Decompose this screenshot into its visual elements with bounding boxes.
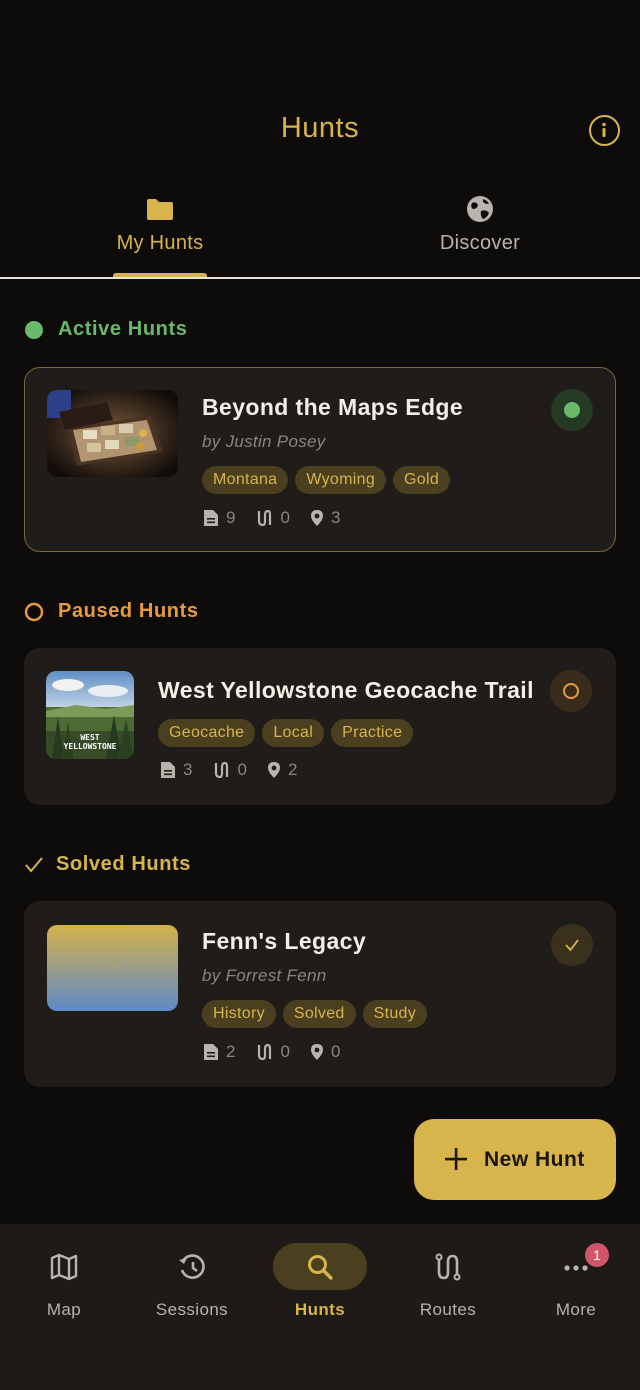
tag: Local (262, 719, 325, 747)
hunt-author: by Forrest Fenn (202, 966, 327, 985)
document-icon (161, 762, 175, 778)
routes-count: 0 (237, 760, 247, 779)
documents-stat: 2 (203, 1042, 235, 1062)
hunt-thumbnail: WEST YELLOWSTONE (46, 671, 134, 759)
bottom-nav: Map Sessions Hunts Routes 1 More (0, 1224, 640, 1390)
nav-label: Hunts (294, 1300, 346, 1319)
nav-item-hunts[interactable]: Hunts (256, 1224, 384, 1344)
nav-item-sessions[interactable]: Sessions (128, 1224, 256, 1344)
status-badge-solved (551, 924, 593, 966)
app-header: Hunts My Hunts Discover (0, 0, 640, 280)
paused-circle-icon (24, 602, 44, 622)
hunt-thumbnail (47, 390, 178, 477)
hunt-stats: 9 0 3 (203, 506, 360, 530)
tag: Practice (331, 719, 414, 747)
tag: Solved (282, 1000, 356, 1028)
routes-count: 0 (280, 508, 290, 527)
section-paused-header: Paused Hunts (24, 597, 244, 627)
tag: History (202, 1000, 276, 1028)
location-pin-icon (310, 1044, 323, 1060)
section-label: Active Hunts (58, 318, 188, 340)
locations-stat: 3 (310, 508, 340, 528)
tag: Wyoming (295, 466, 387, 494)
active-dot-icon (25, 321, 43, 339)
paused-status-icon (563, 683, 579, 699)
hunt-card[interactable]: Fenn's Legacy by Forrest Fenn History So… (24, 901, 616, 1087)
nav-item-more[interactable]: 1 More (512, 1224, 640, 1344)
folder-icon (147, 199, 173, 220)
tag: Montana (202, 466, 289, 494)
hunt-title: Beyond the Maps Edge (202, 394, 464, 420)
hunt-tags: Montana Wyoming Gold (202, 466, 451, 494)
nav-item-map[interactable]: Map (0, 1224, 128, 1344)
checkmark-icon (25, 857, 43, 873)
routes-count: 0 (280, 1042, 290, 1061)
nav-label: Routes (419, 1300, 477, 1319)
section-active-header: Active Hunts (24, 315, 224, 345)
status-badge-active (551, 389, 593, 431)
location-pin-icon (267, 762, 280, 778)
tag: Geocache (158, 719, 256, 747)
history-icon (179, 1254, 205, 1279)
hunt-stats: 3 0 2 (160, 758, 317, 782)
documents-stat: 3 (160, 760, 192, 780)
location-pin-icon (310, 510, 323, 526)
route-icon (258, 509, 272, 527)
hunt-thumbnail (47, 925, 178, 1011)
route-icon (258, 1043, 272, 1061)
documents-count: 3 (183, 760, 193, 779)
hunt-tags: History Solved Study (202, 1000, 428, 1028)
nav-label: Sessions (155, 1300, 229, 1319)
locations-count: 3 (330, 508, 341, 527)
thumbnail-caption: WEST YELLOWSTONE (63, 733, 117, 751)
section-label: Solved Hunts (56, 853, 191, 875)
solved-check-icon (565, 939, 579, 952)
info-button[interactable] (589, 115, 620, 146)
active-status-icon (564, 402, 580, 418)
search-icon (308, 1255, 333, 1280)
tab-label: My Hunts (116, 232, 204, 254)
tag: Study (362, 1000, 428, 1028)
tag: Gold (393, 466, 451, 494)
new-hunt-label: New Hunt (484, 1148, 585, 1171)
tab-my-hunts[interactable]: My Hunts (0, 190, 320, 278)
hunt-card[interactable]: WEST YELLOWSTONE West Yellowstone Geocac… (24, 648, 616, 805)
map-icon (50, 1253, 78, 1281)
section-solved-header: Solved Hunts (24, 850, 244, 880)
route-icon (435, 1253, 461, 1281)
info-icon (602, 122, 606, 137)
document-icon (204, 510, 218, 526)
route-icon (215, 761, 229, 779)
locations-count: 2 (287, 760, 298, 779)
locations-count: 0 (330, 1042, 341, 1061)
documents-stat: 9 (203, 508, 235, 528)
hunt-author: by Justin Posey (202, 432, 326, 451)
hunt-tags: Geocache Local Practice (158, 719, 414, 747)
hunt-title: West Yellowstone Geocache Trail (158, 677, 534, 703)
locations-stat: 0 (310, 1042, 340, 1062)
documents-count: 9 (226, 508, 236, 527)
nav-label: More (555, 1300, 597, 1319)
status-badge-paused (550, 670, 592, 712)
nav-label: Map (46, 1300, 82, 1319)
nav-item-routes[interactable]: Routes (384, 1224, 512, 1344)
globe-icon (467, 196, 493, 222)
tab-label: Discover (439, 232, 521, 254)
locations-stat: 2 (267, 760, 297, 780)
documents-count: 2 (226, 1042, 236, 1061)
tab-discover[interactable]: Discover (320, 190, 640, 278)
new-hunt-button[interactable]: New Hunt (414, 1119, 616, 1200)
notification-badge: 1 (585, 1243, 609, 1267)
routes-stat: 0 (212, 760, 247, 780)
section-label: Paused Hunts (58, 600, 199, 622)
routes-stat: 0 (255, 508, 290, 528)
hunt-stats: 2 0 0 (203, 1040, 360, 1064)
hunt-card[interactable]: Beyond the Maps Edge by Justin Posey Mon… (24, 367, 616, 552)
routes-stat: 0 (255, 1042, 290, 1062)
plus-icon (445, 1148, 467, 1170)
tab-divider (0, 277, 640, 279)
document-icon (204, 1044, 218, 1060)
page-title: Hunts (280, 112, 360, 144)
hunt-title: Fenn's Legacy (202, 928, 367, 954)
